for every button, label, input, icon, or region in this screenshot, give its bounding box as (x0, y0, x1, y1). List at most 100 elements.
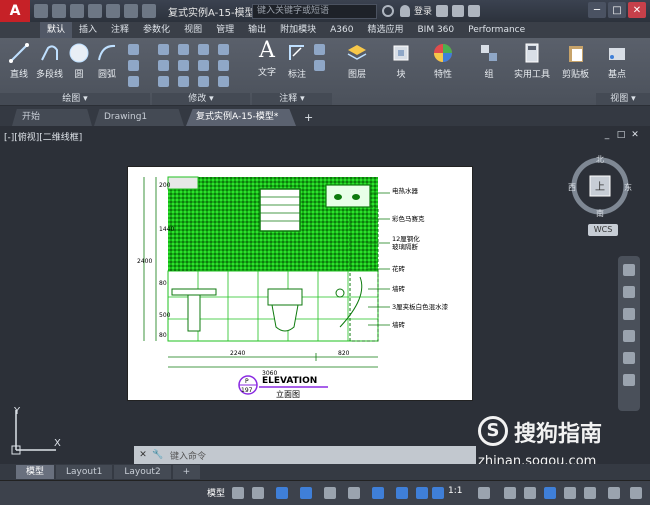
annotation-scale-icon[interactable] (432, 487, 444, 499)
copy-icon[interactable] (158, 60, 169, 71)
viewport-controls[interactable]: [-][俯视][二维线框] (4, 130, 82, 143)
layout-tab-layout1[interactable]: Layout1 (56, 465, 113, 479)
hardware-accel-icon[interactable] (544, 487, 556, 499)
trim-icon[interactable] (198, 44, 209, 55)
redo-icon[interactable] (142, 4, 156, 18)
customize-icon[interactable] (584, 487, 596, 499)
layer-tool[interactable]: 图层 (346, 42, 368, 80)
fillet-icon[interactable] (198, 60, 209, 71)
tab-featured-apps[interactable]: 精选应用 (360, 22, 410, 38)
save-icon[interactable] (70, 4, 84, 18)
line-tool[interactable]: 直线 (8, 42, 30, 80)
tab-parametric[interactable]: 参数化 (136, 22, 177, 38)
tab-output[interactable]: 输出 (241, 22, 273, 38)
help-icon[interactable] (468, 4, 481, 17)
move-icon[interactable] (158, 44, 169, 55)
search-icon[interactable] (382, 5, 394, 17)
viewport-minimize-button[interactable]: _ (602, 130, 612, 140)
annotation-visibility-icon[interactable] (396, 487, 408, 499)
otrack-icon[interactable] (348, 487, 360, 499)
signin-label[interactable]: 登录 (414, 4, 432, 17)
properties-tool[interactable]: 特性 (432, 42, 454, 80)
gradient-icon[interactable] (128, 76, 139, 87)
base-point-tool[interactable]: 基点 (606, 42, 628, 80)
command-input[interactable]: 键入命令 (170, 449, 206, 462)
block-tool[interactable]: 块 (390, 42, 412, 80)
isolate-icon[interactable] (524, 487, 536, 499)
fullscreen-icon[interactable] (608, 487, 620, 499)
panel-draw-label[interactable]: 绘图 ▾ (0, 93, 150, 105)
lineweight-icon[interactable] (372, 487, 384, 499)
layout-tab-new[interactable]: + (172, 465, 201, 479)
grid-icon[interactable] (232, 487, 244, 499)
explode-icon[interactable] (218, 60, 229, 71)
mirror-icon[interactable] (178, 60, 189, 71)
tab-bim360[interactable]: BIM 360 (410, 22, 461, 38)
orbit-icon[interactable] (623, 330, 635, 342)
array-icon[interactable] (198, 76, 209, 87)
new-file-icon[interactable] (34, 4, 48, 18)
exchange-icon[interactable] (436, 4, 449, 17)
command-settings-button[interactable]: 🔧 (152, 449, 164, 461)
polyline-tool[interactable]: 多段线 (36, 42, 63, 80)
table-icon[interactable] (314, 60, 325, 71)
hatch-icon[interactable] (128, 60, 139, 71)
new-tab-button[interactable]: + (298, 109, 319, 126)
autoscale-icon[interactable] (416, 487, 428, 499)
tab-performance[interactable]: Performance (461, 22, 532, 38)
file-tab-start[interactable]: 开始 (12, 109, 92, 126)
snap-icon[interactable] (252, 487, 264, 499)
arc-tool[interactable]: 圆弧 (96, 42, 118, 80)
group-tool[interactable]: 组 (478, 42, 500, 80)
search-input[interactable]: 键入关键字或短语 (252, 4, 377, 19)
status-model-button[interactable]: 模型 (207, 486, 225, 499)
print-icon[interactable] (106, 4, 120, 18)
maximize-button[interactable]: □ (608, 2, 626, 18)
layout-tab-layout2[interactable]: Layout2 (114, 465, 171, 479)
file-tab-current[interactable]: 复式实例A-15-模型* (186, 109, 296, 126)
scale-icon[interactable] (178, 76, 189, 87)
ortho-icon[interactable] (276, 487, 288, 499)
save-as-icon[interactable] (88, 4, 102, 18)
leader-icon[interactable] (314, 44, 325, 55)
pan-icon[interactable] (623, 286, 635, 298)
tab-manage[interactable]: 管理 (209, 22, 241, 38)
wcs-menu[interactable]: WCS (588, 224, 618, 236)
polar-icon[interactable] (300, 487, 312, 499)
viewport-maximize-button[interactable]: □ (616, 130, 626, 140)
layout-tab-model[interactable]: 模型 (16, 465, 55, 479)
dimension-tool[interactable]: 标注 (286, 42, 308, 80)
nav-menu-icon[interactable] (623, 374, 635, 386)
tab-view[interactable]: 视图 (177, 22, 209, 38)
circle-tool[interactable]: 圆 (68, 42, 90, 80)
clean-screen-icon[interactable] (564, 487, 576, 499)
viewcube[interactable]: 上 北 南 东 西 (568, 154, 632, 218)
viewport-close-button[interactable]: ✕ (630, 130, 640, 140)
stretch-icon[interactable] (158, 76, 169, 87)
workspace-icon[interactable] (478, 487, 490, 499)
steering-wheel-icon[interactable] (623, 264, 635, 276)
showmotion-icon[interactable] (623, 352, 635, 364)
annotation-scale[interactable]: 1:1 (448, 486, 462, 496)
rectangle-icon[interactable] (128, 44, 139, 55)
a360-icon[interactable] (452, 4, 465, 17)
tab-default[interactable]: 默认 (40, 22, 73, 38)
rotate-icon[interactable] (178, 44, 189, 55)
drawing-canvas[interactable]: [-][俯视][二维线框] _ □ ✕ 200 1440 2400 80 500… (0, 126, 650, 469)
application-menu-button[interactable]: A (0, 0, 30, 22)
osnap-icon[interactable] (324, 487, 336, 499)
command-close-button[interactable]: ✕ (137, 449, 149, 461)
tab-insert[interactable]: 插入 (72, 22, 104, 38)
tab-annotate[interactable]: 注释 (104, 22, 136, 38)
tab-a360[interactable]: A360 (323, 22, 360, 38)
file-tab-drawing1[interactable]: Drawing1 (94, 109, 184, 126)
close-button[interactable]: ✕ (628, 2, 646, 18)
erase-icon[interactable] (218, 44, 229, 55)
signin-area[interactable]: 登录 (400, 4, 481, 17)
clipboard-tool[interactable]: 剪贴板 (562, 42, 589, 80)
menu-icon[interactable] (630, 487, 642, 499)
utilities-tool[interactable]: 实用工具 (514, 42, 550, 80)
undo-icon[interactable] (124, 4, 138, 18)
panel-view-label[interactable]: 视图 ▾ (596, 93, 650, 105)
text-tool[interactable]: A 文字 (256, 40, 278, 79)
